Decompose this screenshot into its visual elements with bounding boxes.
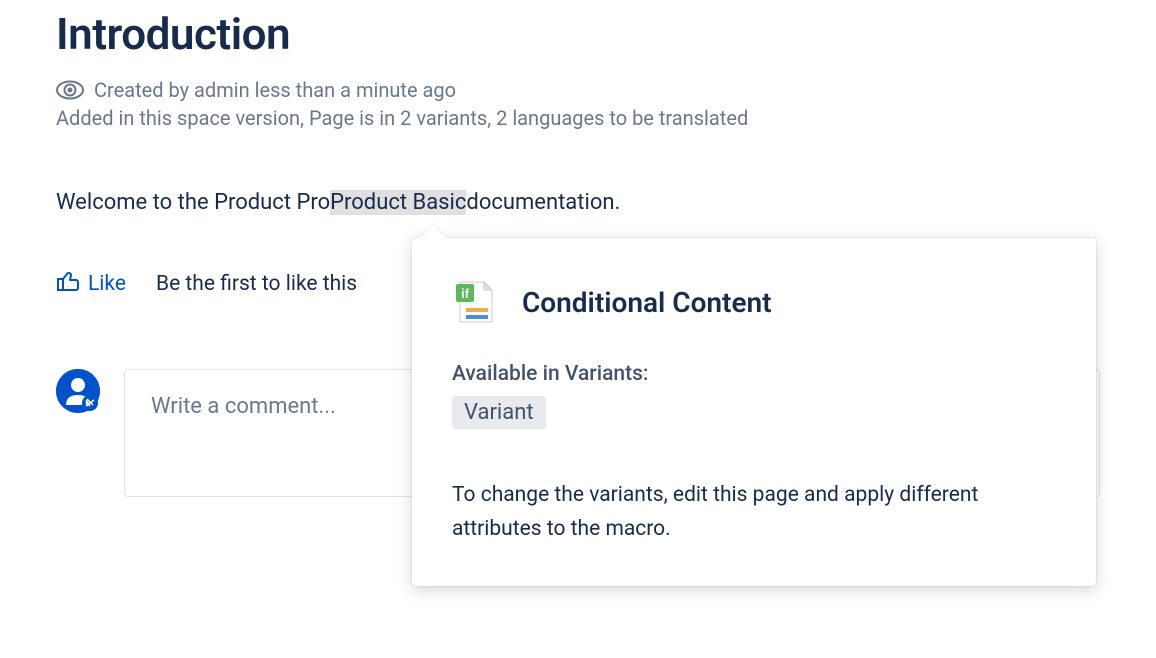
popover-instruction: To change the variants, edit this page a… — [452, 479, 1056, 546]
like-prompt: Be the first to like this — [156, 272, 357, 296]
content-prefix: Welcome to the Product Pro — [56, 190, 330, 215]
page-status-text: Added in this space version, Page is in … — [56, 106, 1100, 130]
like-button[interactable]: Like — [56, 269, 126, 299]
page-title: Introduction — [56, 8, 1100, 60]
content-suffix: documentation. — [466, 190, 620, 215]
created-by-text: Created by admin less than a minute ago — [94, 78, 456, 102]
macro-icon: if — [452, 278, 500, 326]
like-label: Like — [88, 272, 126, 296]
available-variants-label: Available in Variants: — [452, 362, 1056, 386]
variant-chip: Variant — [452, 396, 546, 429]
eye-icon — [56, 80, 84, 100]
thumbs-up-icon — [56, 269, 80, 299]
conditional-content-highlight[interactable]: Product Basic — [330, 190, 466, 215]
avatar[interactable] — [56, 369, 100, 413]
popover-header: if Conditional Content — [452, 278, 1056, 326]
svg-text:if: if — [461, 286, 470, 301]
page-meta: Created by admin less than a minute ago — [56, 78, 1100, 102]
conditional-content-popover: if Conditional Content Available in Vari… — [412, 238, 1096, 586]
popover-title: Conditional Content — [522, 286, 772, 319]
page-content: Welcome to the Product ProProduct Basicd… — [56, 190, 1100, 215]
